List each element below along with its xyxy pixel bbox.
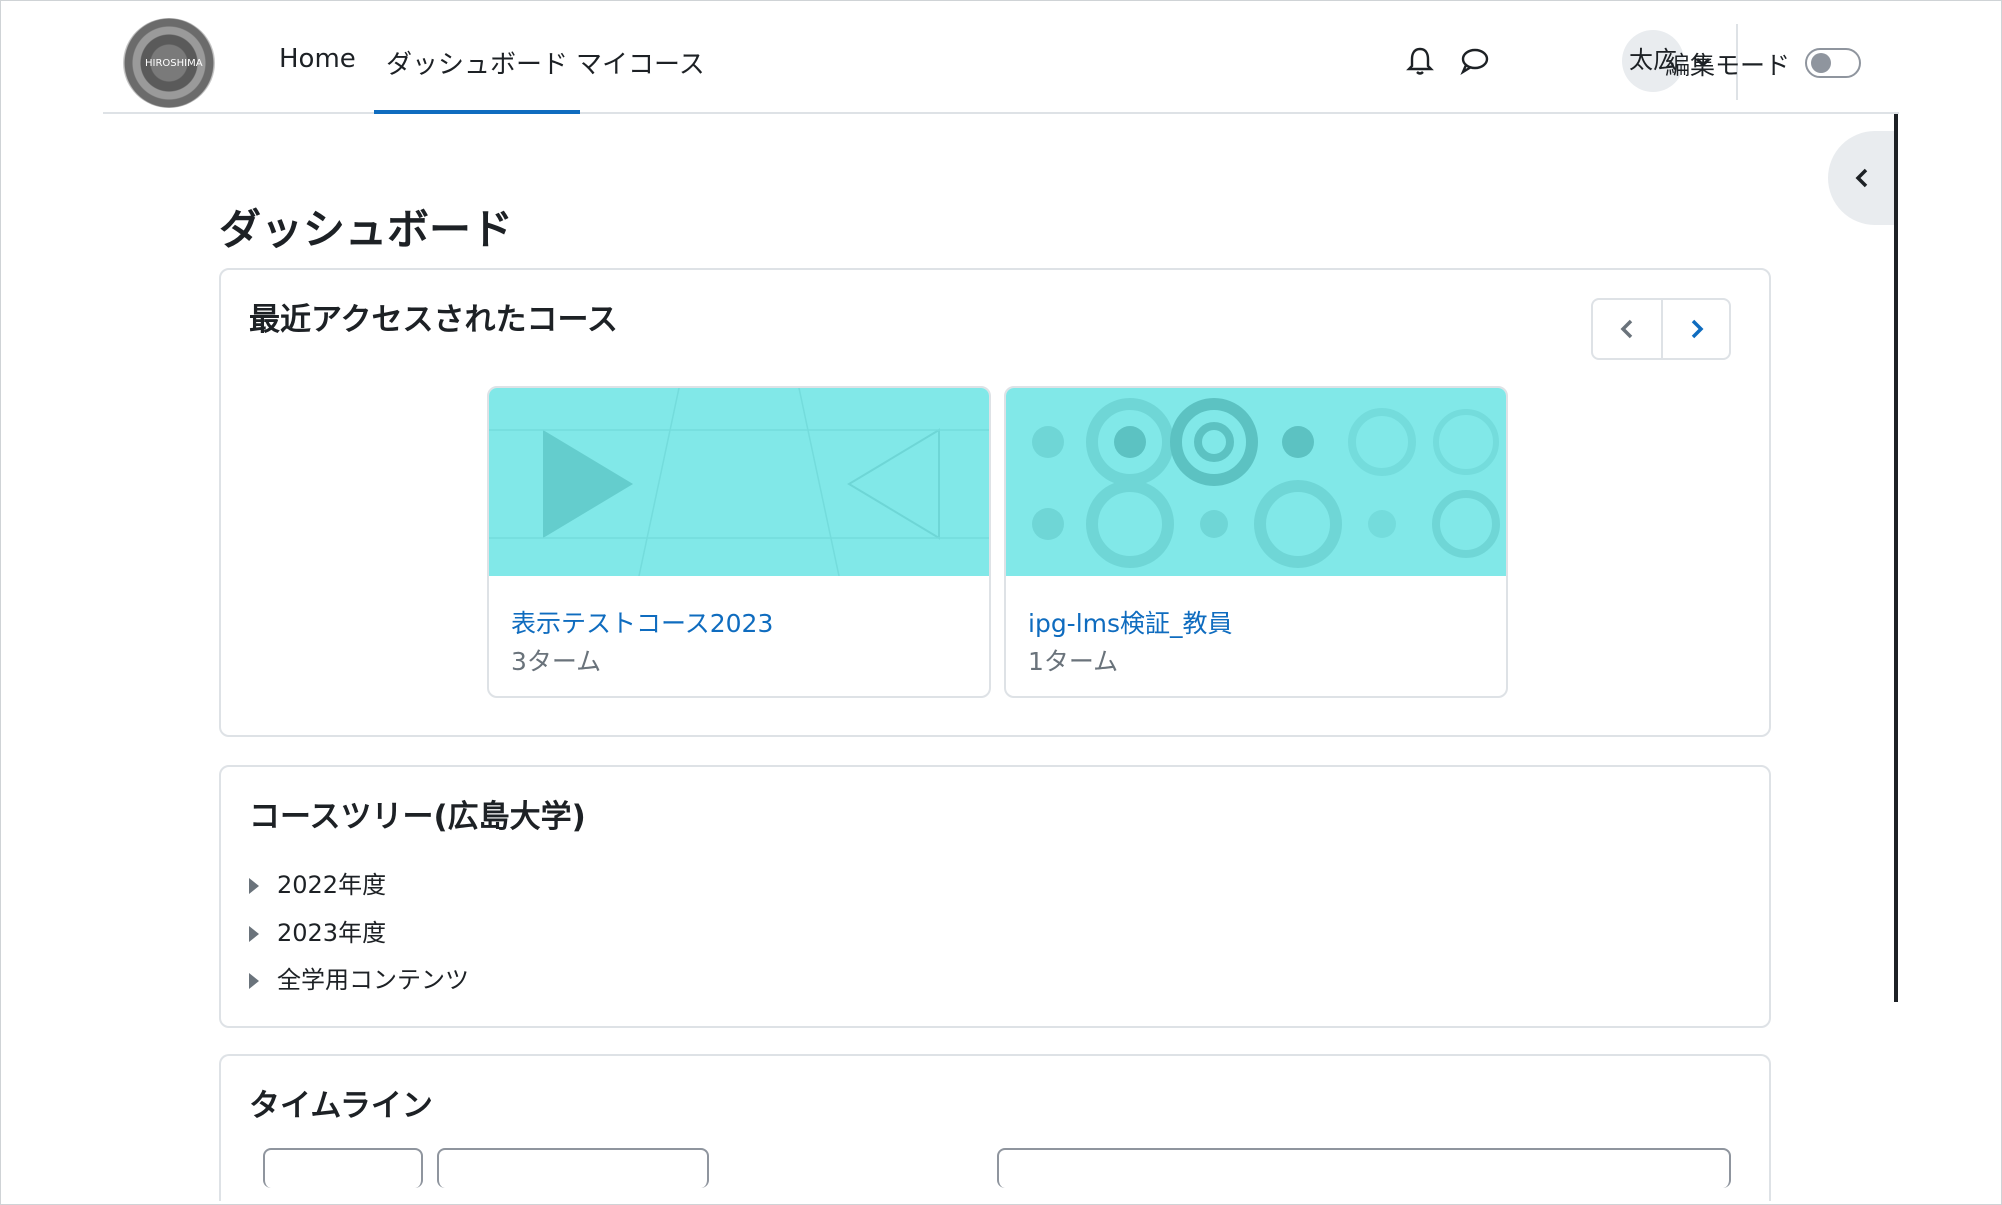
course-pattern-triangles — [489, 388, 989, 577]
bell-icon[interactable] — [1403, 44, 1437, 78]
course-tree-title: コースツリー(広島大学) — [249, 799, 586, 835]
course-card[interactable]: ipg-lms検証_教員 1ターム — [1004, 386, 1508, 698]
tree-item-label: 全学用コンテンツ — [277, 966, 469, 994]
course-image[interactable] — [1006, 388, 1506, 576]
timeline-block: タイムライン — [219, 1054, 1771, 1201]
triangle-right-icon — [249, 878, 259, 894]
course-term: 3ターム — [511, 647, 602, 676]
pager-divider — [1661, 300, 1663, 358]
top-navbar: HIROSHIMA Home ダッシュボード マイコース 太広 編集モード — [103, 0, 1899, 114]
nav-link-dashboard[interactable]: ダッシュボード — [374, 44, 581, 114]
course-image[interactable] — [489, 388, 989, 577]
timeline-search-input[interactable] — [997, 1148, 1731, 1188]
tree-item-2023[interactable]: 2023年度 — [249, 913, 386, 948]
tree-item-label: 2023年度 — [277, 919, 387, 947]
tree-item-common-contents[interactable]: 全学用コンテンツ — [249, 960, 469, 995]
toggle-knob — [1811, 53, 1831, 73]
edit-mode-label: 編集モード — [1665, 51, 1791, 80]
recent-courses-block: 最近アクセスされたコース 表示テストコース2023 3ターム ipg-lms検証… — [219, 268, 1771, 737]
edit-mode-toggle[interactable] — [1805, 48, 1861, 78]
recent-courses-title: 最近アクセスされたコース — [249, 302, 618, 338]
course-pager — [1591, 298, 1731, 360]
page-title: ダッシュボード — [219, 205, 514, 254]
timeline-day-filter[interactable] — [263, 1148, 423, 1188]
chevron-left-icon[interactable] — [1617, 318, 1637, 340]
course-card[interactable]: 表示テストコース2023 3ターム — [487, 386, 991, 698]
chevron-left-icon — [1855, 168, 1868, 188]
nav-link-home[interactable]: Home — [279, 44, 356, 74]
triangle-right-icon — [249, 973, 259, 989]
site-logo[interactable]: HIROSHIMA — [123, 18, 215, 108]
timeline-sort-select[interactable] — [437, 1148, 709, 1188]
course-pattern-circles — [1032, 398, 1500, 568]
chevron-right-icon[interactable] — [1687, 318, 1707, 340]
timeline-title: タイムライン — [249, 1088, 433, 1124]
course-name-link[interactable]: 表示テストコース2023 — [511, 604, 773, 640]
tree-item-label: 2022年度 — [277, 871, 387, 899]
tree-item-2022[interactable]: 2022年度 — [249, 865, 386, 900]
course-term: 1ターム — [1028, 647, 1119, 676]
triangle-right-icon — [249, 926, 259, 942]
chat-icon[interactable] — [1457, 44, 1491, 78]
course-name-link[interactable]: ipg-lms検証_教員 — [1028, 604, 1233, 640]
logo-text: HIROSHIMA — [145, 58, 203, 69]
nav-link-my-courses[interactable]: マイコース — [576, 44, 705, 81]
course-tree-block: コースツリー(広島大学) 2022年度 2023年度 全学用コンテンツ — [219, 765, 1771, 1028]
drawer-edge — [1894, 114, 1898, 1002]
